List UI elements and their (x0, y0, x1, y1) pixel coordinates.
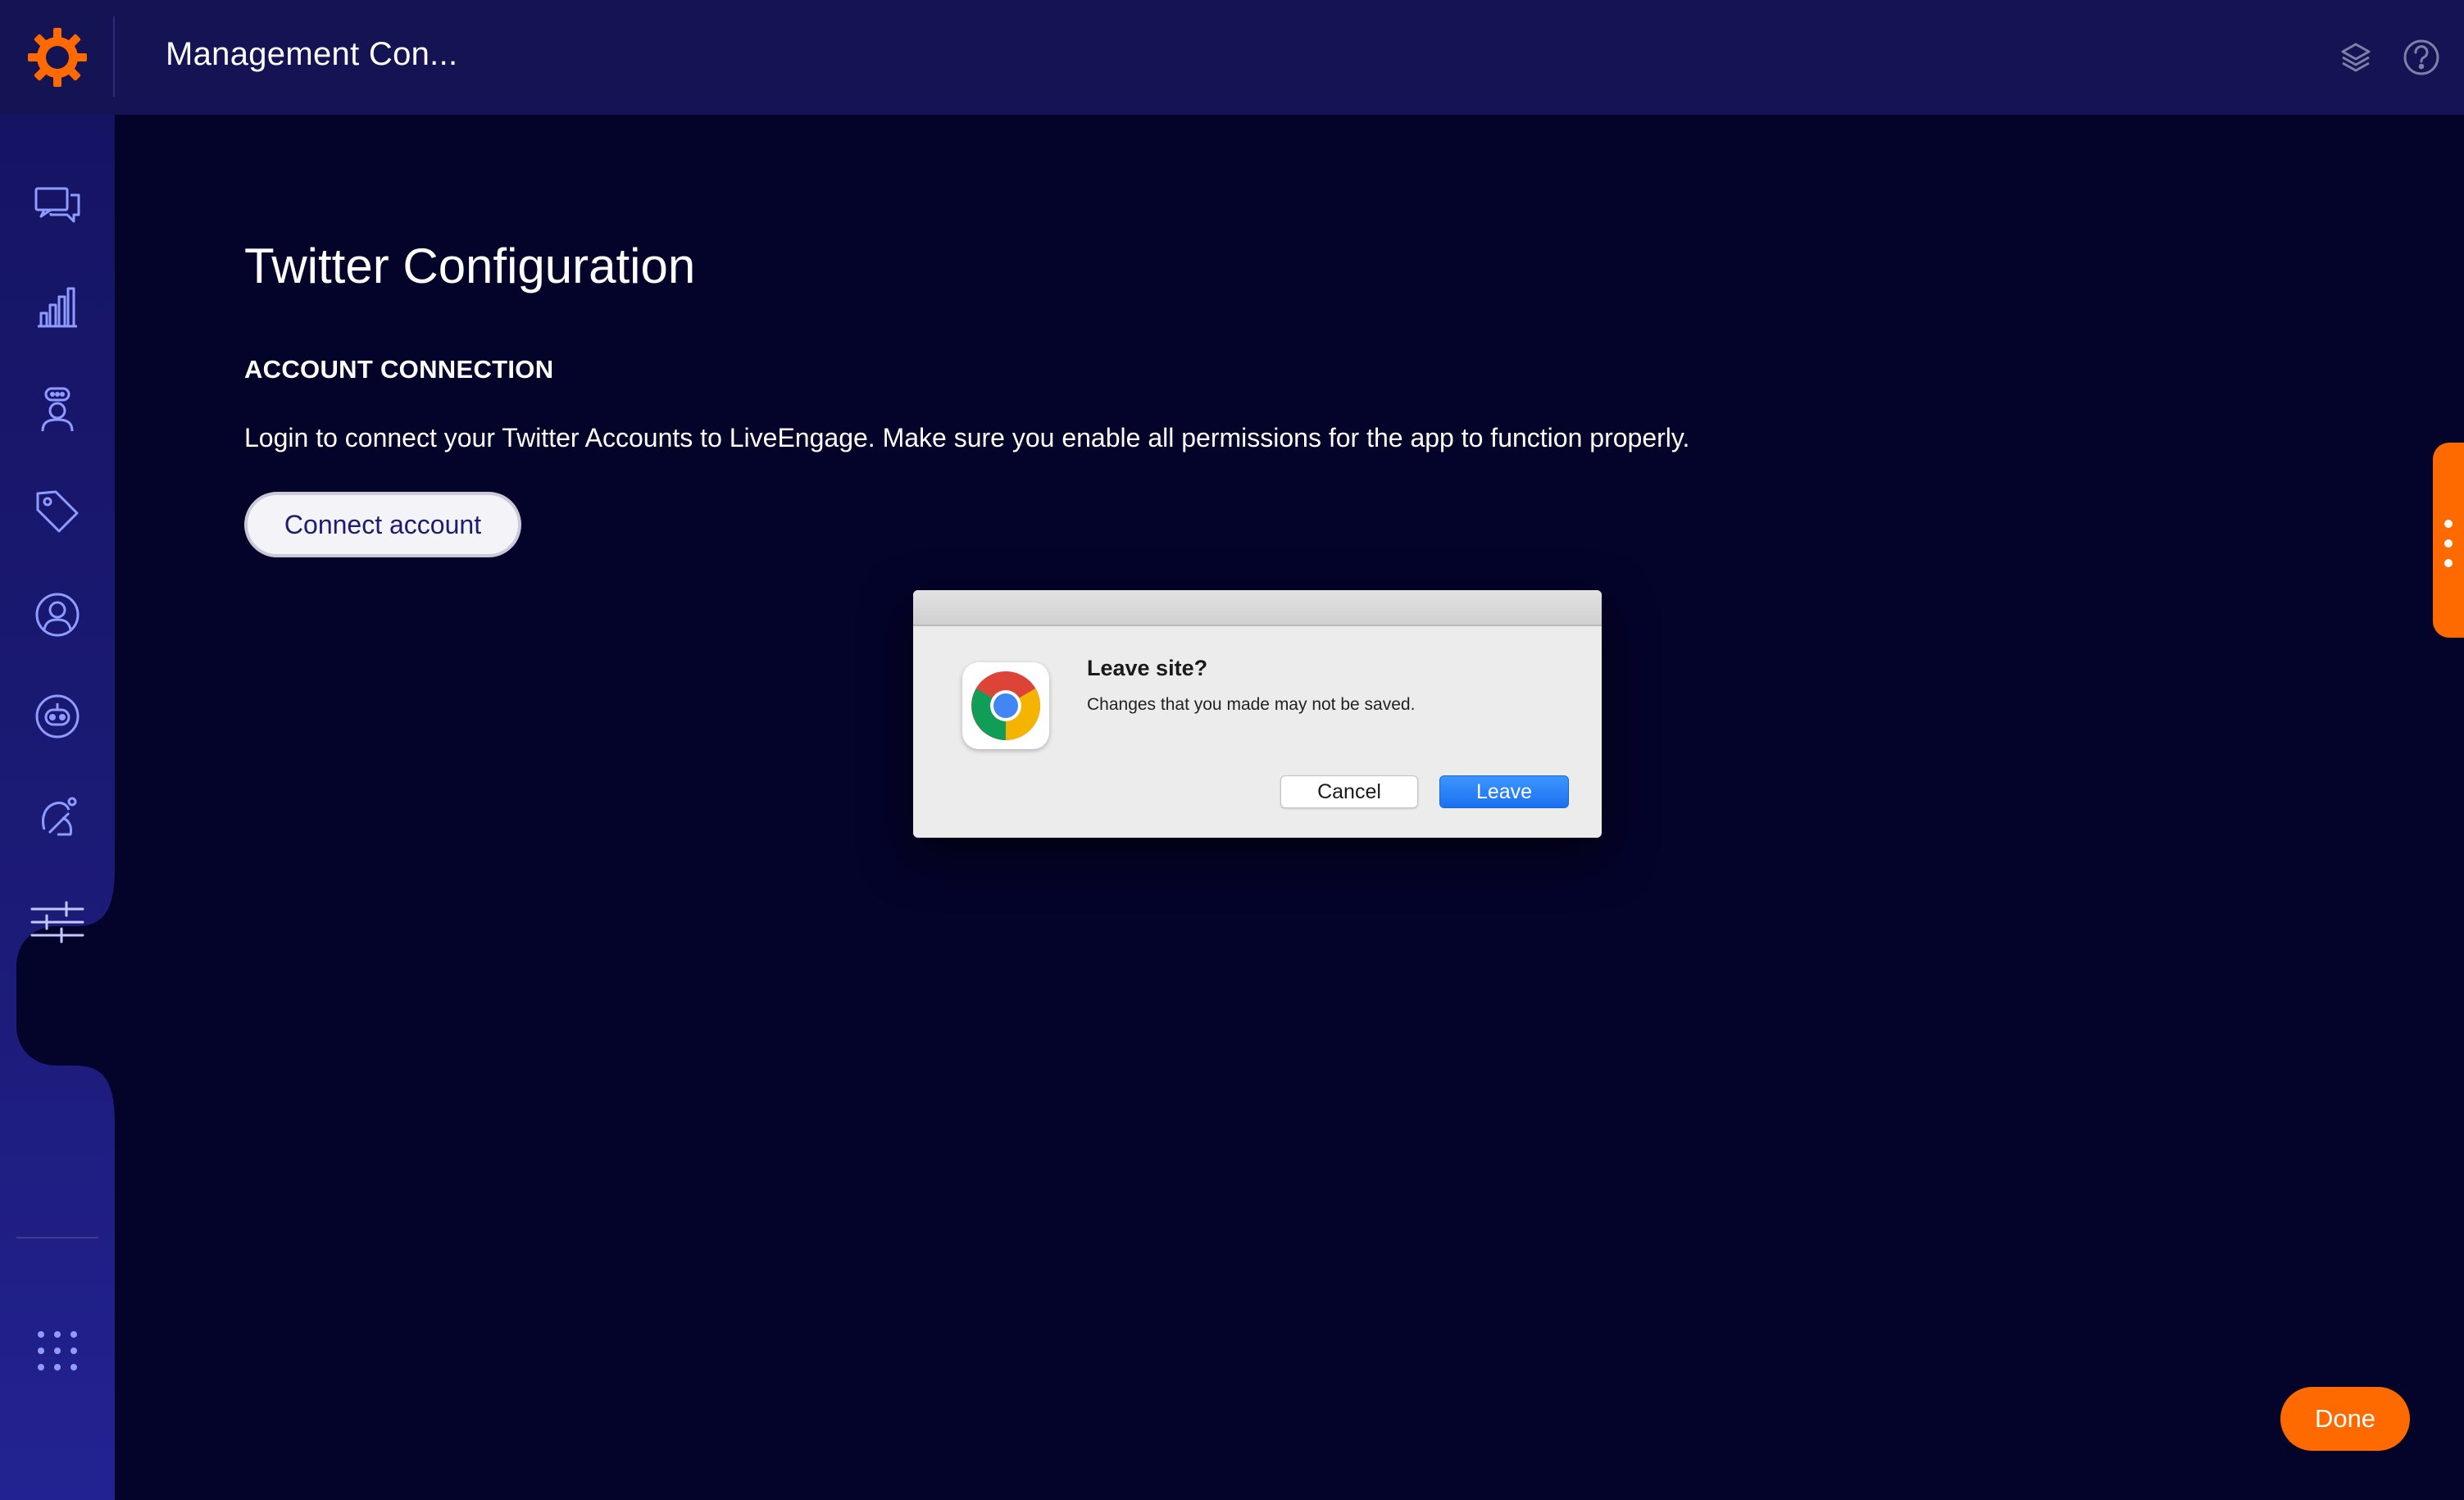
layers-icon (2341, 43, 2371, 72)
conversations-icon (34, 187, 80, 223)
chrome-icon (971, 671, 1040, 740)
app-title: Management Con... (166, 36, 458, 72)
layers-button[interactable] (2331, 33, 2380, 82)
sidebar-separator (16, 1237, 98, 1239)
app-root: Management Con... Twitter Configuration … (0, 0, 2464, 1500)
top-bar: Management Con... (0, 0, 2464, 115)
logo[interactable] (0, 0, 115, 115)
handle-dot (2444, 539, 2453, 548)
help-icon (2403, 39, 2439, 75)
handle-dot (2444, 520, 2453, 528)
sidebar (0, 115, 115, 1500)
dialog-app-icon (962, 662, 1049, 749)
done-button[interactable]: Done (2280, 1387, 2410, 1451)
side-panel-handle[interactable] (2433, 443, 2464, 638)
contacts-icon (35, 593, 80, 637)
bot-icon (35, 694, 80, 739)
analytics-icon (38, 287, 77, 328)
leave-site-dialog: Leave site? Changes that you made may no… (913, 590, 1602, 838)
handle-dot (2444, 559, 2453, 567)
help-button[interactable] (2397, 33, 2446, 82)
cancel-button[interactable]: Cancel (1280, 775, 1418, 808)
sidebar-item-contacts[interactable] (16, 574, 98, 656)
dialog-message: Changes that you made may not be saved. (1087, 695, 1416, 714)
agent-workspace-icon (41, 387, 74, 432)
page-title: Twitter Configuration (244, 239, 696, 293)
top-divider (113, 16, 115, 97)
sidebar-item-bots[interactable] (16, 675, 98, 757)
dialog-titlebar (913, 590, 1602, 626)
sidebar-item-analytics[interactable] (16, 266, 98, 348)
connect-account-button[interactable]: Connect account (244, 492, 521, 557)
sidebar-item-tags[interactable] (16, 470, 98, 552)
sidebar-item-management[interactable] (16, 881, 98, 963)
description-text: Login to connect your Twitter Accounts t… (244, 423, 1690, 452)
leave-button[interactable]: Leave (1439, 775, 1569, 808)
automation-icon (42, 797, 77, 836)
sidebar-item-automation[interactable] (16, 777, 98, 859)
section-heading: ACCOUNT CONNECTION (244, 355, 554, 384)
sidebar-item-conversations[interactable] (16, 164, 98, 246)
sidebar-item-agent-workspace[interactable] (16, 369, 98, 451)
dialog-title: Leave site? (1087, 656, 1208, 680)
tag-icon (36, 490, 79, 533)
sun-gear-logo-icon (28, 28, 87, 87)
management-sliders-icon (30, 901, 84, 943)
apps-grid-icon (38, 1331, 77, 1370)
apps-grid-button[interactable] (16, 1310, 98, 1392)
